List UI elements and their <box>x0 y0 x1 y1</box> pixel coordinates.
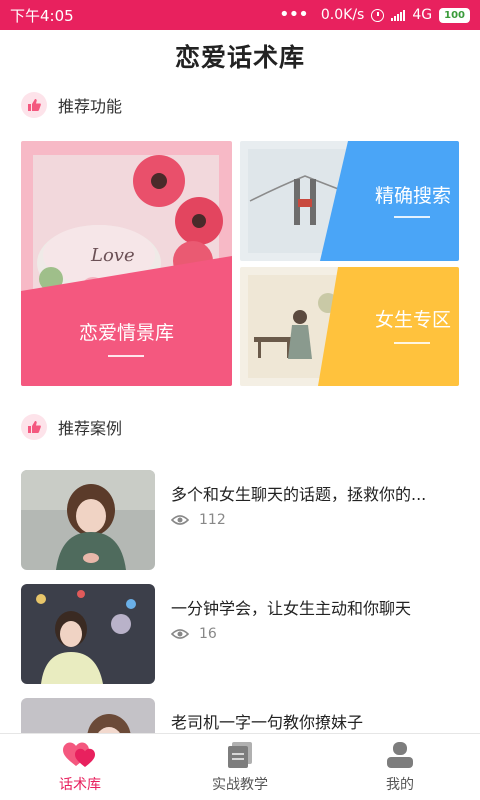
case-thumbnail <box>21 584 155 684</box>
case-title: 老司机一字一句教你撩妹子 <box>171 713 364 732</box>
case-item[interactable]: 多个和女生聊天的话题，拯救你的... 112 <box>21 470 461 570</box>
battery-icon: 100 <box>439 7 470 23</box>
tab-label: 我的 <box>386 777 414 793</box>
cases-section-title: 推荐案例 <box>58 419 123 438</box>
case-views: 16 <box>171 626 217 642</box>
eye-icon <box>171 515 189 525</box>
tab-mine[interactable]: 我的 <box>320 734 480 800</box>
case-view-count: 16 <box>199 626 217 642</box>
hearts-icon <box>63 742 95 767</box>
book-icon <box>228 742 252 768</box>
case-title: 多个和女生聊天的话题，拯救你的... <box>171 485 427 504</box>
romance-scenes-underline <box>108 355 144 357</box>
case-thumbnail <box>21 470 155 570</box>
user-icon <box>387 742 413 768</box>
case-item[interactable]: 一分钟学会，让女生主动和你聊天 16 <box>21 584 461 684</box>
signal-icon <box>391 9 406 21</box>
thumbs-up-icon <box>21 92 47 118</box>
tab-phrase-library[interactable]: 话术库 <box>0 734 160 800</box>
features-section-header: 推荐功能 <box>21 92 122 118</box>
card-precise-search[interactable]: 精确搜索 <box>240 141 459 261</box>
svg-text:Love: Love <box>90 245 135 266</box>
tab-label: 实战教学 <box>212 777 268 793</box>
thumbs-up-icon <box>21 414 47 440</box>
card-romance-scenes[interactable]: Love 恋爱情景库 <box>21 141 232 386</box>
precise-search-underline <box>394 216 430 218</box>
features-section-title: 推荐功能 <box>58 97 123 116</box>
eye-icon <box>171 629 189 639</box>
page-title: 恋爱话术库 <box>174 43 305 72</box>
precise-search-label: 精确搜索 <box>374 185 451 207</box>
network-speed: 0.0K/s <box>320 7 365 23</box>
cases-section-header: 推荐案例 <box>21 414 122 440</box>
network-type: 4G <box>412 7 433 23</box>
status-bar: 下午4:05 ••• 0.0K/s 4G 100 <box>0 0 480 30</box>
case-views: 112 <box>171 512 226 528</box>
case-title: 一分钟学会，让女生主动和你聊天 <box>171 599 412 618</box>
alarm-icon <box>371 8 385 22</box>
case-view-count: 112 <box>199 512 226 528</box>
status-time: 下午4:05 <box>10 6 74 25</box>
girls-zone-label: 女生专区 <box>374 309 451 331</box>
tab-practical-teaching[interactable]: 实战教学 <box>160 734 320 800</box>
romance-scenes-image: Love <box>21 155 232 386</box>
girls-zone-underline <box>394 342 430 344</box>
bottom-tab-bar: 话术库 实战教学 我的 <box>0 733 480 800</box>
romance-scenes-label: 恋爱情景库 <box>78 322 174 344</box>
card-girls-zone[interactable]: 女生专区 <box>240 267 459 386</box>
tab-label: 话术库 <box>59 777 101 793</box>
more-dots-icon: ••• <box>279 4 309 25</box>
